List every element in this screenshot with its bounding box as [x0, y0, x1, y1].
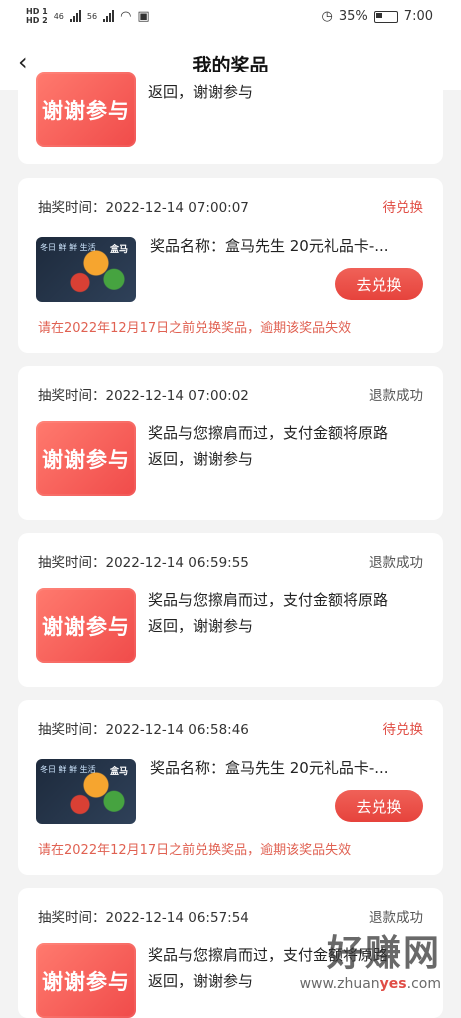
- prize-result-text: 奖品与您擦肩而过，支付金额将原路 返回，谢谢参与: [148, 587, 423, 639]
- draw-time: 抽奖时间：2022-12-14 07:00:07: [38, 200, 249, 216]
- status-right: ◷ 35% 7:00: [322, 9, 433, 24]
- card-header: 抽奖时间：2022-12-14 06:58:46 待兑换: [38, 718, 423, 738]
- status-badge: 退款成功: [369, 555, 423, 571]
- status-badge: 退款成功: [369, 388, 423, 404]
- card-header: 抽奖时间：2022-12-14 07:00:07 待兑换: [38, 196, 423, 216]
- gift-side-label: 冬日 鲜 鲜 生活: [40, 243, 96, 252]
- sim-badges: HD 1 HD 2: [26, 7, 48, 25]
- battery-icon: [373, 10, 398, 23]
- status-left: HD 1 HD 2 46 56 ◠ ▣: [26, 7, 150, 25]
- prize-result-line-1: 奖品与您擦肩而过，支付金额将原路: [148, 424, 389, 442]
- sim-badge-1: HD 1: [26, 7, 48, 16]
- watermark-url: www.zhuanyes.com: [299, 976, 441, 992]
- prize-card[interactable]: 抽奖时间：2022-12-14 06:59:55 退款成功 谢谢参与 奖品与您擦…: [18, 533, 443, 687]
- network-label-1: 46: [53, 11, 64, 21]
- alarm-icon: ◷: [321, 9, 333, 24]
- redeem-button[interactable]: 去兑换: [335, 790, 423, 822]
- gift-side-label: 冬日 鲜 鲜 生活: [40, 765, 96, 774]
- prize-result-line-2: 返回，谢谢参与: [148, 450, 254, 468]
- card-header: 抽奖时间：2022-12-14 07:00:02 退款成功: [38, 384, 423, 404]
- watermark-main-text: 好赚网: [326, 933, 441, 974]
- prize-name: 奖品名称：盒马先生 20元礼品卡-...: [150, 759, 389, 777]
- prize-result-line-1: 奖品与您擦肩而过，支付金额将原路: [148, 591, 389, 609]
- sorry-thumbnail: 谢谢参与: [36, 943, 136, 1018]
- prize-result-text: 奖品与您擦肩而过，支付金额将原路 返回，谢谢参与: [148, 420, 423, 472]
- prize-result-text: 返回，谢谢参与: [148, 83, 254, 101]
- status-badge: 待兑换: [382, 200, 424, 216]
- sorry-thumbnail: 谢谢参与: [36, 588, 136, 663]
- expiration-notice: 请在2022年12月17日之前兑换奖品，逾期该奖品失效: [38, 321, 352, 336]
- status-badge: 退款成功: [369, 910, 423, 926]
- sorry-thumbnail: 谢谢参与: [36, 72, 136, 147]
- sim-badge-2: HD 2: [26, 16, 48, 25]
- prize-name: 奖品名称：盒马先生 20元礼品卡-...: [150, 237, 389, 255]
- draw-time: 抽奖时间：2022-12-14 06:59:55: [38, 555, 249, 571]
- network-label-2: 56: [86, 11, 98, 21]
- prize-card[interactable]: 抽奖时间：2022-12-14 07:00:07 待兑换 盒马 冬日 鲜 鲜 生…: [18, 178, 443, 353]
- wifi-icon: ◠: [120, 8, 132, 24]
- card-header: 抽奖时间：2022-12-14 06:57:54 退款成功: [38, 906, 423, 926]
- expiration-notice: 请在2022年12月17日之前兑换奖品，逾期该奖品失效: [38, 843, 352, 858]
- signal-icon: [69, 10, 81, 22]
- prize-card[interactable]: 抽奖时间：2022-12-14 07:00:02 退款成功 谢谢参与 奖品与您擦…: [18, 366, 443, 520]
- watermark: 好赚网 www.zhuanyes.com: [300, 924, 441, 992]
- sorry-thumbnail: 谢谢参与: [36, 421, 136, 496]
- gift-brand-label: 盒马: [109, 245, 128, 255]
- card-header: 抽奖时间：2022-12-14 06:59:55 退款成功: [38, 551, 423, 571]
- signal-icon-2: [103, 10, 115, 22]
- draw-time: 抽奖时间：2022-12-14 07:00:02: [38, 388, 249, 404]
- draw-time: 抽奖时间：2022-12-14 06:57:54: [38, 910, 249, 926]
- gift-card-thumbnail[interactable]: 盒马 冬日 鲜 鲜 生活: [36, 237, 136, 302]
- prize-card[interactable]: 抽奖时间：2022-12-14 06:58:46 待兑换 盒马 冬日 鲜 鲜 生…: [18, 700, 443, 875]
- draw-time: 抽奖时间：2022-12-14 06:58:46: [38, 722, 249, 738]
- prize-result-line-2: 返回，谢谢参与: [148, 617, 254, 635]
- redeem-button[interactable]: 去兑换: [335, 268, 423, 300]
- status-bar: HD 1 HD 2 46 56 ◠ ▣ ◷ 35% 7:00: [0, 0, 461, 36]
- battery-percent: 35%: [338, 9, 368, 24]
- status-badge: 待兑换: [382, 722, 424, 738]
- status-time: 7:00: [403, 9, 433, 24]
- gift-card-thumbnail[interactable]: 盒马 冬日 鲜 鲜 生活: [36, 759, 136, 824]
- gift-brand-label: 盒马: [109, 767, 128, 777]
- notification-icon: ▣: [137, 8, 150, 24]
- prize-card-partial[interactable]: 谢谢参与 返回，谢谢参与: [18, 72, 443, 164]
